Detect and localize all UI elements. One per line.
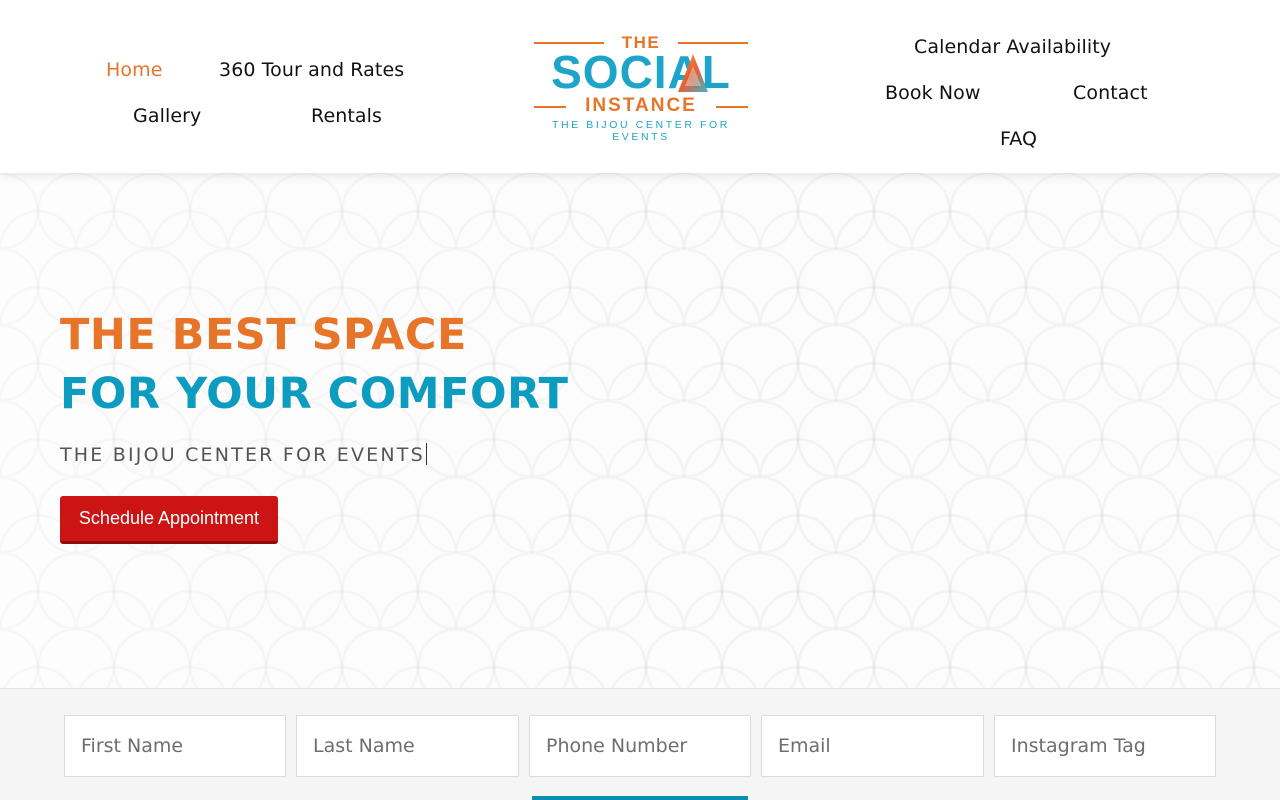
nav-home[interactable]: Home	[106, 59, 163, 81]
logo-tagline: THE BIJOU CENTER FOR EVENTS	[551, 119, 730, 143]
hero-subheading-text: THE BIJOU CENTER FOR EVENTS	[60, 444, 425, 466]
logo-social: SOCIAL	[551, 46, 731, 98]
first-name-field[interactable]	[64, 715, 286, 777]
hero-headline-line2: FOR YOUR COMFORT	[60, 369, 569, 419]
text-cursor	[425, 443, 428, 465]
logo-instance: INSTANCE	[585, 95, 697, 116]
nav-book-now[interactable]: Book Now	[885, 82, 981, 104]
contact-form	[0, 688, 1280, 800]
instagram-tag-field[interactable]	[994, 715, 1216, 777]
submit-button[interactable]	[532, 796, 748, 800]
nav-360-tour-and-rates[interactable]: 360 Tour and Rates	[219, 59, 404, 81]
last-name-field[interactable]	[296, 715, 519, 777]
nav-faq[interactable]: FAQ	[1000, 128, 1037, 150]
nav-gallery[interactable]: Gallery	[133, 105, 201, 127]
logo-triangle-icon	[678, 54, 708, 92]
site-logo[interactable]: THE SOCIAL INSTANCE THE BIJOU CENTER FOR…	[534, 34, 748, 143]
site-header: Home 360 Tour and Rates Gallery Rentals …	[0, 0, 1280, 173]
phone-number-field[interactable]	[529, 715, 751, 777]
hero-pattern-overlay	[0, 173, 1280, 688]
hero-subheading: THE BIJOU CENTER FOR EVENTS	[60, 443, 428, 466]
hero-headline-line1: THE BEST SPACE	[60, 310, 467, 360]
nav-rentals[interactable]: Rentals	[311, 105, 382, 127]
schedule-appointment-button[interactable]: Schedule Appointment	[60, 496, 278, 544]
nav-calendar-availability[interactable]: Calendar Availability	[914, 36, 1111, 58]
email-field[interactable]	[761, 715, 984, 777]
nav-contact[interactable]: Contact	[1073, 82, 1148, 104]
hero-section: THE BEST SPACE FOR YOUR COMFORT THE BIJO…	[0, 173, 1280, 688]
